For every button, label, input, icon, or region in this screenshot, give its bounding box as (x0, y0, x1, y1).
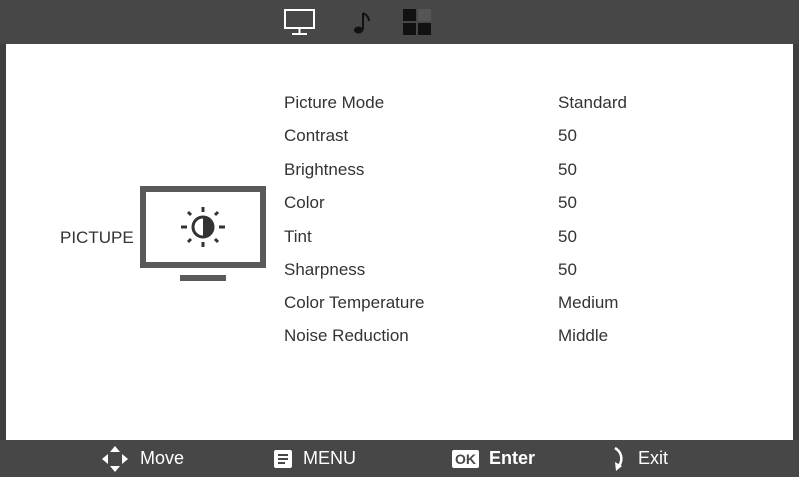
menu-label: Picture Mode (284, 93, 385, 112)
return-icon (614, 446, 623, 471)
hint-exit: Exit (610, 440, 668, 477)
menu-row-sharpness[interactable]: Sharpness 50 (0, 258, 799, 282)
menu-row-brightness[interactable]: Brightness 50 (0, 158, 799, 182)
menu-value: 50 (558, 126, 577, 145)
menu-value: 50 (558, 227, 577, 246)
menu-row-color-temperature[interactable]: Color Temperature Medium (0, 291, 799, 315)
hint-move: Move (100, 440, 184, 477)
ok-icon: OK (452, 449, 479, 468)
menu-row-picture-mode[interactable]: Picture Mode Standard (0, 91, 799, 115)
music-note-icon[interactable] (350, 8, 374, 36)
hint-menu: MENU (273, 440, 356, 477)
menu-value: 50 (558, 193, 577, 212)
menu-row-noise-reduction[interactable]: Noise Reduction Middle (0, 324, 799, 348)
menu-value: Medium (558, 293, 619, 312)
hint-move-label: Move (140, 448, 185, 468)
hint-menu-label: MENU (303, 448, 356, 468)
menu-value: 50 (558, 160, 577, 179)
menu-label: Color (284, 193, 325, 212)
hint-enter-label: Enter (489, 448, 536, 468)
menu-value: Standard (558, 93, 627, 112)
menu-value: 50 (558, 260, 577, 279)
hint-exit-label: Exit (638, 448, 669, 468)
menu-icon (274, 449, 292, 468)
grid-icon[interactable] (402, 8, 432, 36)
move-arrows-icon (102, 445, 128, 472)
menu-row-contrast[interactable]: Contrast 50 (0, 124, 799, 148)
menu-row-color[interactable]: Color 50 (0, 191, 799, 215)
menu-label: Tint (284, 227, 312, 246)
hint-enter: OK Enter (452, 440, 535, 477)
monitor-icon[interactable] (283, 8, 317, 36)
menu-label: Color Temperature (284, 293, 425, 312)
top-tab-bar (0, 0, 799, 44)
menu-label: Noise Reduction (284, 326, 409, 345)
menu-label: Brightness (284, 160, 365, 179)
menu-row-tint[interactable]: Tint 50 (0, 225, 799, 249)
menu-value: Middle (558, 326, 609, 345)
menu-label: Sharpness (284, 260, 366, 279)
bottom-hint-bar: Move MENU OK Enter Exit (0, 440, 799, 477)
menu-label: Contrast (284, 126, 349, 145)
